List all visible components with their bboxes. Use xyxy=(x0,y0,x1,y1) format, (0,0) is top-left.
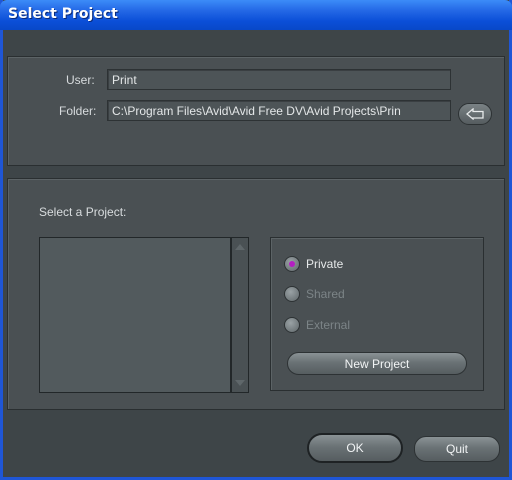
radio-external[interactable]: External xyxy=(284,316,350,334)
radio-shared-label: Shared xyxy=(306,287,345,301)
user-label: User: xyxy=(66,73,95,87)
radio-shared-button[interactable] xyxy=(284,286,300,302)
ok-button[interactable]: OK xyxy=(307,433,403,463)
radio-external-button[interactable] xyxy=(284,317,300,333)
radio-private[interactable]: Private xyxy=(284,255,343,273)
radio-private-label: Private xyxy=(306,257,344,271)
radio-private-button[interactable] xyxy=(284,256,300,272)
scroll-up-icon[interactable] xyxy=(235,244,245,250)
project-list[interactable] xyxy=(39,237,231,393)
radio-external-label: External xyxy=(306,318,351,332)
window-title: Select Project xyxy=(8,6,118,22)
scroll-down-icon[interactable] xyxy=(235,380,245,386)
folder-field[interactable]: C:\Program Files\Avid\Avid Free DV\Avid … xyxy=(107,100,451,121)
project-list-scrollbar[interactable] xyxy=(231,237,249,393)
folder-browse-button[interactable] xyxy=(458,103,492,125)
user-field[interactable]: Print xyxy=(107,69,451,90)
radio-shared[interactable]: Shared xyxy=(284,285,345,303)
select-project-label: Select a Project: xyxy=(39,205,127,219)
folder-browse-icon xyxy=(465,108,484,120)
title-bar[interactable]: Select Project xyxy=(0,0,512,30)
quit-button[interactable]: Quit xyxy=(414,436,500,462)
new-project-button[interactable]: New Project xyxy=(287,352,467,375)
folder-label: Folder: xyxy=(59,104,97,118)
